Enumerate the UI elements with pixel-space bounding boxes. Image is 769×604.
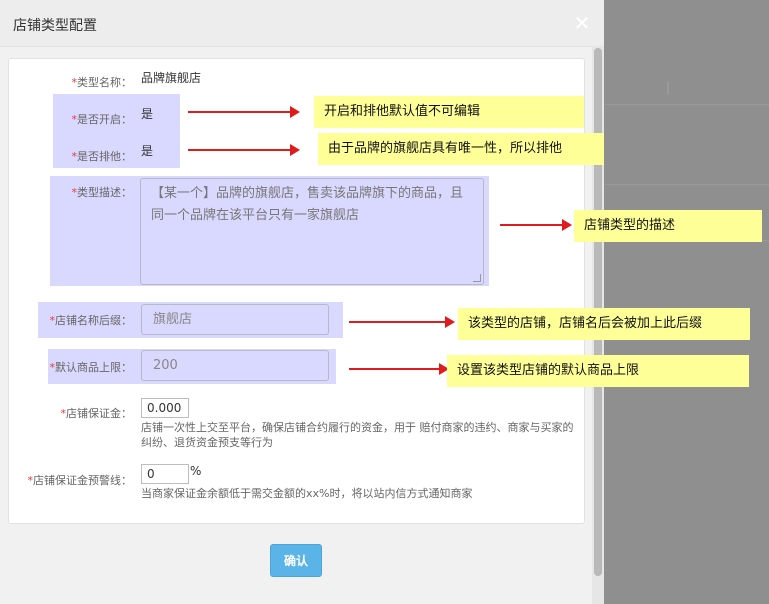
is-exclusive-value: 是 — [141, 144, 154, 158]
default-limit-label: *默认商品上限： — [49, 361, 133, 374]
annotation-note: 该类型的店铺，店铺名后会被加上此后缀 — [458, 308, 750, 340]
close-icon[interactable]: ✕ — [572, 13, 592, 33]
annotation-note: 由于品牌的旗舰店具有唯一性，所以排他 — [318, 133, 604, 165]
dialog-title: 店铺类型配置 — [13, 18, 97, 34]
type-desc-label: *类型描述： — [71, 186, 133, 199]
annotation-arrow — [188, 106, 300, 118]
annotation-note: 开启和排他默认值不可编辑 — [314, 96, 584, 128]
background-divider — [604, 104, 769, 105]
type-desc-textarea[interactable]: 【某一个】品牌的旗舰店，售卖该品牌旗下的商品，且同一个品牌在该平台只有一家旗舰店 — [140, 178, 484, 285]
type-name-label: *类型名称： — [71, 76, 133, 89]
resize-handle-icon[interactable] — [473, 274, 481, 282]
annotation-note: 店铺类型的描述 — [574, 210, 762, 242]
default-limit-input[interactable]: 200 — [141, 350, 329, 381]
annotation-note: 设置该类型店铺的默认商品上限 — [447, 355, 749, 387]
deposit-warning-help: 当商家保证金余额低于需交金额的xx%时，将以站内信方式通知商家 — [141, 487, 473, 500]
deposit-label: *店铺保证金： — [60, 407, 133, 420]
store-type-dialog: 店铺类型配置 ✕ *类型名称： 品牌旗舰店 *是否开启： 是 *是否排他： 是 … — [0, 0, 604, 604]
deposit-warning-label: *店铺保证金预警线： — [27, 474, 133, 487]
deposit-help: 店铺一次性上交至平台，确保店铺合约履行的资金，用于 赔付商家的违约、商家与买家的… — [141, 421, 574, 449]
name-suffix-label: *店铺名称后缀： — [49, 314, 133, 327]
deposit-warning-input[interactable]: 0 — [141, 464, 189, 484]
is-open-label: *是否开启： — [71, 113, 133, 126]
annotation-arrow — [188, 144, 300, 156]
background-divider — [604, 184, 769, 185]
background-page — [604, 0, 769, 604]
annotation-arrow — [349, 316, 455, 328]
background-cursor-mark — [667, 82, 669, 94]
type-name-value: 品牌旗舰店 — [141, 71, 202, 85]
is-open-value: 是 — [141, 107, 154, 121]
annotation-arrow — [349, 363, 449, 375]
confirm-button[interactable]: 确认 — [270, 544, 322, 577]
percent-unit: % — [190, 464, 202, 478]
type-desc-text: 【某一个】品牌的旗舰店，售卖该品牌旗下的商品，且同一个品牌在该平台只有一家旗舰店 — [151, 186, 464, 223]
annotation-arrow — [500, 219, 572, 231]
name-suffix-input[interactable]: 旗舰店 — [141, 304, 329, 335]
deposit-input[interactable]: 0.000 — [141, 398, 189, 418]
is-exclusive-label: *是否排他： — [71, 150, 133, 163]
dialog-header: 店铺类型配置 — [0, 0, 604, 47]
